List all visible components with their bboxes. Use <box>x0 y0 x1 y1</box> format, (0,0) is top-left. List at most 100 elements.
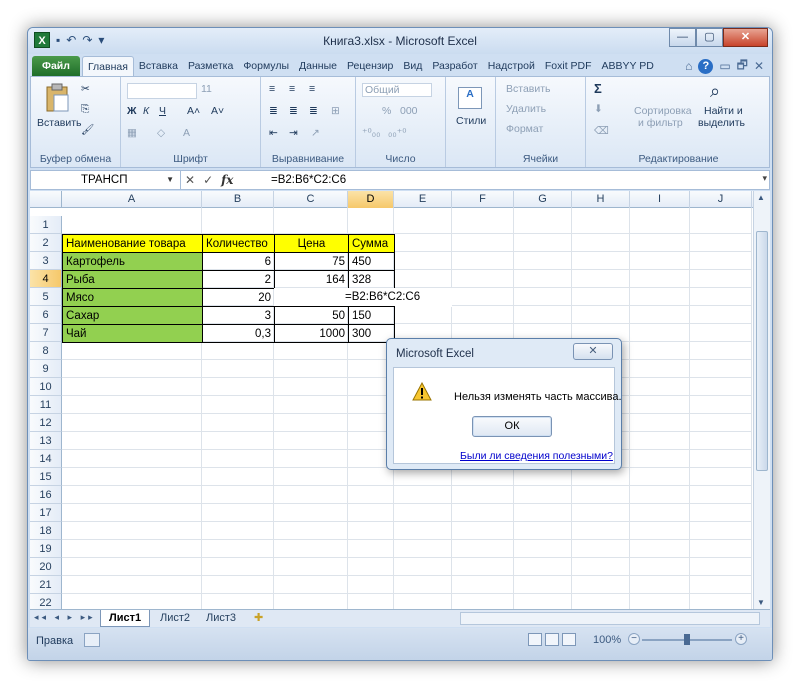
horizontal-scrollbar[interactable] <box>460 612 760 625</box>
orientation-icon[interactable]: ↗ <box>311 127 320 139</box>
sheet-tab-2[interactable]: Лист2 <box>152 610 198 627</box>
zoom-level[interactable]: 100% <box>593 634 621 646</box>
merge-icon[interactable]: ⊞ <box>331 105 340 117</box>
sheet-navigation-icons[interactable]: ◂◂ ◂ ▸ ▸▸ <box>34 612 96 623</box>
align-center-icon[interactable]: ≣ <box>289 105 298 117</box>
cell-a4[interactable]: Мясо <box>62 288 203 307</box>
cell-b4[interactable]: 20 <box>202 288 275 307</box>
row-header-11[interactable]: 11 <box>30 396 62 414</box>
col-header-g[interactable]: G <box>514 191 572 208</box>
align-top-icon[interactable]: ≡ <box>269 83 275 95</box>
italic-button[interactable]: К <box>143 105 149 117</box>
cell-a5[interactable]: Сахар <box>62 306 203 325</box>
col-header-f[interactable]: F <box>452 191 514 208</box>
styles-button[interactable]: Стили <box>456 115 486 127</box>
minimize-button[interactable]: — <box>669 28 696 47</box>
cell-a3[interactable]: Рыба <box>62 270 203 289</box>
normal-view-icon[interactable] <box>528 633 542 646</box>
col-header-b[interactable]: B <box>202 191 274 208</box>
row-header-9[interactable]: 9 <box>30 360 62 378</box>
number-format-combo[interactable]: Общий <box>362 83 432 97</box>
fill-icon[interactable]: ⬇ <box>594 103 603 115</box>
col-header-e[interactable]: E <box>394 191 452 208</box>
align-middle-icon[interactable]: ≡ <box>289 83 295 95</box>
sheet-tab-1[interactable]: Лист1 <box>100 610 151 627</box>
scroll-up-icon[interactable]: ▲ <box>757 193 765 202</box>
tab-addins[interactable]: Надстрой <box>483 56 540 76</box>
format-painter-icon[interactable]: 🖌 <box>81 123 94 136</box>
workbook-restore-icon[interactable]: 🗗 <box>737 56 748 77</box>
row-header-8[interactable]: 8 <box>30 342 62 360</box>
cell-c3[interactable]: 164 <box>274 270 349 289</box>
shrink-font-button[interactable]: A˅ <box>211 105 224 117</box>
cell-b1[interactable]: Количество <box>202 234 275 253</box>
feedback-link[interactable]: Были ли сведения полезными? <box>460 450 613 462</box>
row-header-13[interactable]: 13 <box>30 432 62 450</box>
row-header-15[interactable]: 15 <box>30 468 62 486</box>
tab-review[interactable]: Рецензир <box>342 56 398 76</box>
vertical-scroll-thumb[interactable] <box>756 231 768 471</box>
cell-c1[interactable]: Цена <box>274 234 349 253</box>
workbook-minimize-icon[interactable]: ▭ <box>719 59 730 73</box>
cell-d3[interactable]: 328 <box>348 270 395 289</box>
row-header-10[interactable]: 10 <box>30 378 62 396</box>
row-header-4[interactable]: 4 <box>30 270 62 288</box>
cell-b2[interactable]: 6 <box>202 252 275 271</box>
row-header-21[interactable]: 21 <box>30 576 62 594</box>
row-header-14[interactable]: 14 <box>30 450 62 468</box>
cell-d2[interactable]: 450 <box>348 252 395 271</box>
align-right-icon[interactable]: ≣ <box>309 105 318 117</box>
workbook-close-icon[interactable]: ✕ <box>754 59 764 73</box>
row-header-12[interactable]: 12 <box>30 414 62 432</box>
font-name-combo[interactable] <box>127 83 197 99</box>
macro-record-icon[interactable] <box>84 633 100 647</box>
col-header-h[interactable]: H <box>572 191 630 208</box>
format-cells-button[interactable]: Формат <box>506 123 543 135</box>
borders-icon[interactable]: ▦ <box>127 127 137 139</box>
row-header-20[interactable]: 20 <box>30 558 62 576</box>
name-box[interactable]: ТРАНСП ▼ <box>31 171 181 189</box>
grow-font-button[interactable]: A˄ <box>187 105 200 117</box>
cell-d4-editing[interactable]: =B2:B6*C2:C6 <box>342 288 452 307</box>
font-size-combo[interactable]: 11 <box>201 83 212 95</box>
row-header-17[interactable]: 17 <box>30 504 62 522</box>
cell-d1[interactable]: Сумма <box>348 234 395 253</box>
tab-foxit-pdf[interactable]: Foxit PDF <box>540 56 597 76</box>
row-header-1[interactable]: 1 <box>30 216 62 234</box>
name-box-dropdown-icon[interactable]: ▼ <box>166 171 174 189</box>
row-header-7[interactable]: 7 <box>30 324 62 342</box>
zoom-out-icon[interactable]: − <box>628 633 640 645</box>
cancel-edit-button[interactable]: ✕ <box>185 171 195 189</box>
insert-cells-button[interactable]: Вставить <box>506 83 551 95</box>
col-header-j[interactable]: J <box>690 191 752 208</box>
cell-b6[interactable]: 0,3 <box>202 324 275 343</box>
paste-icon[interactable] <box>45 83 71 113</box>
cell-a1[interactable]: Наименование товара <box>62 234 203 253</box>
cell-c2[interactable]: 75 <box>274 252 349 271</box>
decrease-decimal-button[interactable]: ₀₀⁺⁰ <box>388 127 406 139</box>
copy-icon[interactable]: ⎘ <box>81 103 89 116</box>
row-header-2[interactable]: 2 <box>30 234 62 252</box>
tab-developer[interactable]: Разработ <box>427 56 482 76</box>
zoom-thumb[interactable] <box>684 634 690 645</box>
scroll-down-icon[interactable]: ▼ <box>757 598 765 607</box>
ok-button[interactable]: ОК <box>472 416 552 437</box>
page-layout-view-icon[interactable] <box>545 633 559 646</box>
increase-indent-icon[interactable]: ⇥ <box>289 127 298 139</box>
enter-edit-button[interactable]: ✓ <box>203 171 213 189</box>
cell-c6[interactable]: 1000 <box>274 324 349 343</box>
font-color-button[interactable]: A <box>183 127 190 139</box>
insert-function-button[interactable]: fx <box>221 171 233 189</box>
percent-button[interactable]: % <box>382 105 391 117</box>
row-header-16[interactable]: 16 <box>30 486 62 504</box>
autosum-button[interactable]: Σ <box>594 81 602 96</box>
cell-d5[interactable]: 150 <box>348 306 395 325</box>
find-select-button[interactable]: Найти и <box>704 105 743 117</box>
sort-filter-button[interactable]: Сортировка <box>634 105 692 117</box>
clear-icon[interactable]: ⌫ <box>594 125 609 137</box>
cell-c5[interactable]: 50 <box>274 306 349 325</box>
row-header-3[interactable]: 3 <box>30 252 62 270</box>
page-break-view-icon[interactable] <box>562 633 576 646</box>
tab-view[interactable]: Вид <box>398 56 427 76</box>
align-bottom-icon[interactable]: ≡ <box>309 83 315 95</box>
